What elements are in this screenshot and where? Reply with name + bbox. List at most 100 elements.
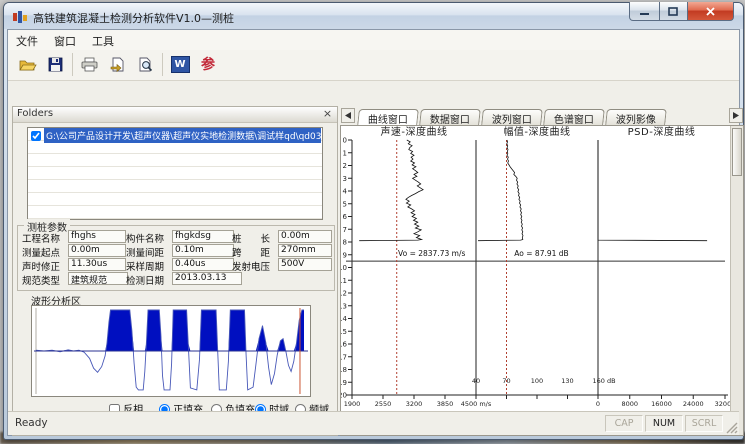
open-file-button[interactable] <box>16 53 40 76</box>
scrollbar-thumb[interactable] <box>732 128 742 176</box>
status-cap-indicator: CAP <box>605 415 643 432</box>
depth-tick-label: 16 <box>341 341 348 349</box>
tab-scroll-right-icon[interactable] <box>729 108 743 123</box>
amplitude-x-tick-label: 130 <box>561 377 573 385</box>
tabbar: 曲线窗口 数据窗口 波列窗口 色谱窗口 波列影像 <box>340 106 744 125</box>
print-preview-button[interactable] <box>134 53 158 76</box>
window-title: 高铁建筑混凝土检测分析软件V1.0—测桩 <box>33 10 234 26</box>
folders-panel-title: Folders <box>17 108 53 119</box>
tab-data-window[interactable]: 数据窗口 <box>419 109 481 125</box>
amplitude-curve <box>478 140 523 241</box>
save-button[interactable] <box>44 53 68 76</box>
velocity-curve <box>359 140 423 241</box>
folders-listbox[interactable]: G:\公司产品设计开发\超声仪器\超声仪实地检测数据\调试样qd\qd03\qd… <box>27 127 323 220</box>
param-field-test-date[interactable]: 2013.03.13 <box>172 272 242 285</box>
psd-x-tick-label: 16000 <box>651 400 672 408</box>
panel-close-icon[interactable]: × <box>321 107 334 120</box>
menubar: 文件窗口工具 <box>8 30 739 51</box>
depth-tick-label: 12 <box>341 290 347 298</box>
resize-grip[interactable] <box>725 421 738 434</box>
statusbar: Ready CAPNUMSCRL <box>8 411 739 435</box>
tab-wavetrain-image[interactable]: 波列影像 <box>605 109 667 125</box>
save-icon <box>47 57 65 73</box>
status-indicators: CAPNUMSCRL <box>603 415 723 432</box>
velocity-x-tick-label: 2550 <box>375 400 392 408</box>
open-file-icon <box>19 57 37 73</box>
menu-window[interactable]: 窗口 <box>46 30 84 49</box>
param-label-measure-interval: 测量间距 <box>126 245 164 259</box>
velocity-x-tick-label: 4500 m/s <box>461 400 492 408</box>
param-field-spec-type[interactable]: 建筑规范 <box>68 272 128 285</box>
psd-x-tick-label: 0 <box>596 400 600 408</box>
param-label-spec-type: 规范类型 <box>22 273 60 287</box>
export-report-icon <box>109 57 127 73</box>
depth-tick-label: 1 <box>343 149 347 157</box>
velocity-x-tick-label: 1900 <box>344 400 361 408</box>
param-field-measure-interval[interactable]: 0.10m <box>172 244 234 257</box>
vertical-scrollbar[interactable] <box>730 126 743 435</box>
tab-wavetrain-window[interactable]: 波列窗口 <box>481 109 543 125</box>
velocity-annotation: Vo = 2837.73 m/s <box>398 249 465 258</box>
depth-tick-label: 10 <box>341 264 347 272</box>
amplitude-x-tick-label: 160 dB <box>592 377 615 385</box>
parameters-button[interactable]: 参 <box>196 53 220 76</box>
menu-file[interactable]: 文件 <box>8 30 46 49</box>
depth-tick-label: 18 <box>341 366 347 374</box>
tab-wavetrain-window-label: 波列窗口 <box>492 111 532 126</box>
folder-item-checkbox[interactable] <box>31 131 41 141</box>
tab-curve-window-label: 曲线窗口 <box>368 111 408 126</box>
param-label-span-distance: 跨 距 <box>232 245 270 259</box>
export-report-button[interactable] <box>106 53 130 76</box>
depth-charts-svg: 01234567891011121314151617181920声速-深度曲线1… <box>341 126 733 434</box>
param-field-measure-start[interactable]: 0.00m <box>68 244 126 257</box>
param-field-pile-length[interactable]: 0.00m <box>278 230 332 243</box>
close-button[interactable] <box>687 2 734 21</box>
amplitude-x-tick-label: 40 <box>472 377 480 385</box>
folder-list-item[interactable]: G:\公司产品设计开发\超声仪器\超声仪实地检测数据\调试样qd\qd03\qd… <box>29 129 321 142</box>
amplitude-chart-title: 幅值-深度曲线 <box>503 126 570 138</box>
tab-wavetrain-image-label: 波列影像 <box>616 111 656 126</box>
window-body: 文件窗口工具 W参 Folders × G:\公司产品设计开发\超声仪器\超声仪… <box>7 29 740 436</box>
depth-tick-label: 5 <box>343 200 347 208</box>
psd-x-tick-label: 8000 <box>621 400 638 408</box>
param-label-test-date: 检测日期 <box>126 273 164 287</box>
param-field-component-name[interactable]: fhgkdsg <box>172 230 234 243</box>
param-label-component-name: 构件名称 <box>126 231 164 245</box>
print-preview-icon <box>137 57 155 73</box>
menu-tools[interactable]: 工具 <box>84 30 122 49</box>
tab-spectrum-window[interactable]: 色谱窗口 <box>543 109 605 125</box>
screen: 高铁建筑混凝土检测分析软件V1.0—测桩 文件窗口工具 W参 <box>0 0 745 444</box>
word-export-icon: W <box>171 56 190 73</box>
tab-curve-window[interactable]: 曲线窗口 <box>357 109 419 126</box>
param-field-sound-time-correction[interactable]: 11.30us <box>68 258 126 271</box>
minimize-button[interactable] <box>629 2 660 21</box>
velocity-x-tick-label: 3850 <box>437 400 454 408</box>
depth-tick-label: 6 <box>343 213 348 221</box>
amplitude-x-tick-label: 100 <box>531 377 543 385</box>
waveform-plot[interactable] <box>31 305 311 397</box>
psd-x-tick-label: 24000 <box>683 400 704 408</box>
print-button[interactable] <box>78 53 102 76</box>
status-num-indicator: NUM <box>645 415 683 432</box>
maximize-button[interactable] <box>659 2 688 21</box>
print-icon <box>81 57 99 73</box>
depth-tick-label: 4 <box>343 188 348 196</box>
depth-tick-label: 20 <box>341 392 347 400</box>
param-field-project-name[interactable]: fhghs <box>68 230 126 243</box>
depth-tick-label: 2 <box>343 162 347 170</box>
tabs-strip: 曲线窗口 数据窗口 波列窗口 色谱窗口 波列影像 <box>358 108 668 125</box>
param-label-project-name: 工程名称 <box>22 231 60 245</box>
param-field-transmit-voltage[interactable]: 500V <box>278 258 332 271</box>
tab-spectrum-window-label: 色谱窗口 <box>554 111 594 126</box>
depth-charts-area[interactable]: 01234567891011121314151617181920声速-深度曲线1… <box>340 125 744 436</box>
titlebar[interactable]: 高铁建筑混凝土检测分析软件V1.0—测桩 <box>4 3 743 29</box>
folder-item-path: G:\公司产品设计开发\超声仪器\超声仪实地检测数据\调试样qd\qd03\qd… <box>44 128 321 143</box>
param-field-span-distance[interactable]: 270mm <box>278 244 332 257</box>
tab-scroll-left-icon[interactable] <box>341 108 355 123</box>
param-label-sound-time-correction: 声时修正 <box>22 259 60 273</box>
depth-tick-label: 14 <box>341 315 348 323</box>
pile-params-groupbox: 测桩参数 工程名称fhghs构件名称fhgkdsg桩 长0.00m测量起点0.0… <box>17 225 335 291</box>
tab-data-window-label: 数据窗口 <box>430 111 470 126</box>
word-export-button[interactable]: W <box>168 53 192 76</box>
param-field-sampling-period[interactable]: 0.40us <box>172 258 234 271</box>
